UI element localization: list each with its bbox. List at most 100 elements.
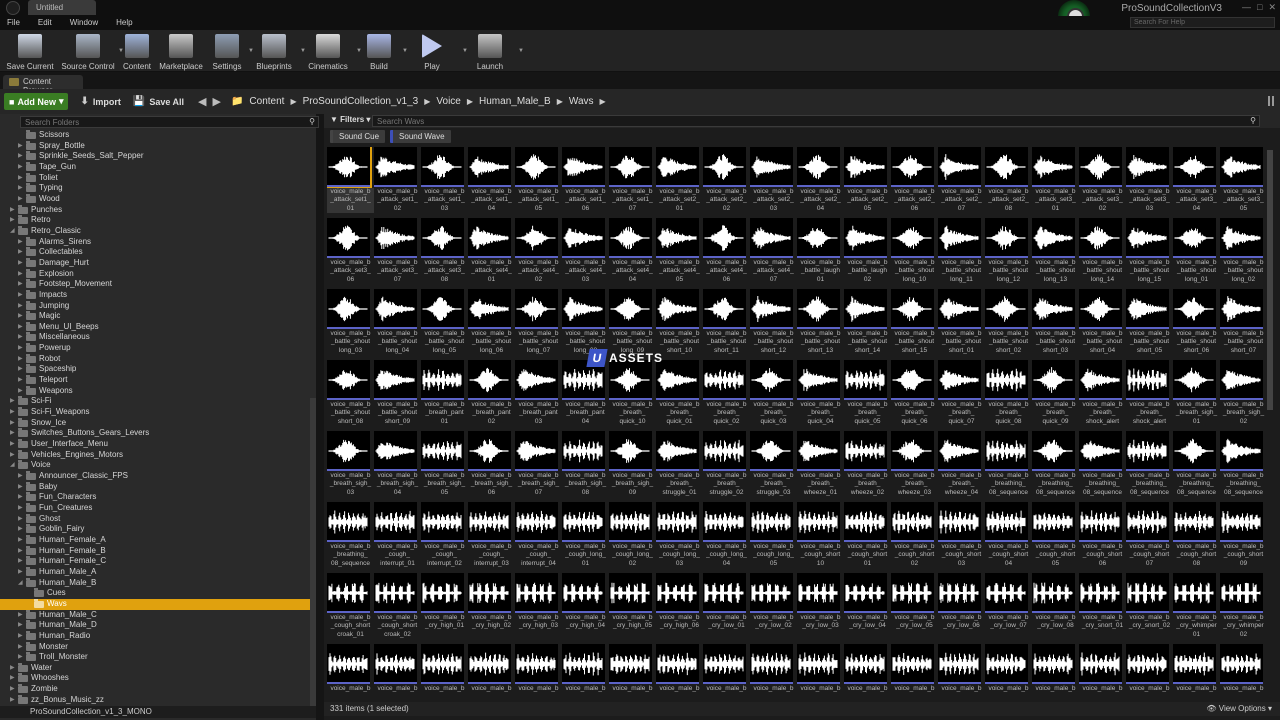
folder-item[interactable]: ▶ Baby <box>0 481 316 493</box>
content-button[interactable]: Content <box>118 30 156 72</box>
asset-tile[interactable]: voice_male_b _battle_shout long_01 <box>1173 218 1217 284</box>
view-options-button[interactable]: 👁 View Options ▾ <box>1206 704 1272 713</box>
maximize-icon[interactable]: □ <box>1257 2 1262 13</box>
folder-item[interactable]: ▶ Troll_Monster <box>0 652 316 663</box>
add-new-button[interactable]: ■ Add New ▾ <box>4 93 69 110</box>
asset-tile[interactable]: voice_male_b _breath_sigh_ 02 <box>1220 360 1264 426</box>
folder-item[interactable]: ▶ Collectables <box>0 247 316 258</box>
close-icon[interactable]: ✕ <box>1268 2 1276 13</box>
expand-arrow-icon[interactable]: ▶ <box>18 237 23 248</box>
expand-arrow-icon[interactable]: ▶ <box>18 354 23 365</box>
asset-tile[interactable]: voice_male_b _breathing_ 08_sequence <box>1126 431 1170 497</box>
folder-item[interactable]: ▶ Human_Female_A <box>0 534 316 546</box>
asset-tile[interactable]: voice_male_b _battle_shout short_02 <box>985 289 1029 355</box>
asset-tile[interactable]: voice_male_b _attack_set2_ 01 <box>656 147 700 213</box>
expand-arrow-icon[interactable]: ▶ <box>18 620 23 631</box>
folder-item[interactable]: Scissors <box>0 130 316 141</box>
expand-arrow-icon[interactable]: ▶ <box>18 556 23 567</box>
project-root[interactable]: ProSoundCollection_v1_3_MONO <box>0 706 316 718</box>
folder-item[interactable]: ▶ Sci-Fi_Weapons <box>0 407 316 418</box>
asset-tile[interactable]: voice_male_b _attack_set1_ 01 <box>327 147 374 213</box>
folder-item[interactable]: ▶ Fun_Creatures <box>0 502 316 514</box>
asset-tile[interactable]: voice_male_b _cry_low_08 <box>1032 573 1076 639</box>
folder-item[interactable]: ▶ Human_Male_D <box>0 620 316 631</box>
expand-arrow-icon[interactable]: ▶ <box>18 652 23 663</box>
level-tab[interactable]: Untitled <box>6 0 96 15</box>
asset-tile[interactable]: voice_male_b _battle_shout long_13 <box>1032 218 1076 284</box>
asset-tile[interactable]: voice_male_b <box>1126 644 1170 705</box>
asset-tile[interactable]: voice_male_b _battle_shout short_12 <box>750 289 794 355</box>
asset-tile[interactable]: voice_male_b _breath_pant 03 <box>515 360 559 426</box>
expand-arrow-icon[interactable]: ▶ <box>18 524 23 535</box>
asset-tile[interactable]: voice_male_b <box>985 644 1029 705</box>
folder-item[interactable]: ▶ Spray_Bottle <box>0 140 316 152</box>
asset-tile[interactable]: voice_male_b _cry_low_03 <box>797 573 841 639</box>
expand-arrow-icon[interactable]: ▶ <box>10 439 15 450</box>
asset-tile[interactable]: voice_male_b _cry_high_03 <box>515 573 559 639</box>
asset-tile[interactable]: voice_male_b <box>1173 644 1217 705</box>
chip-sound-cue[interactable]: Sound Cue <box>330 130 386 143</box>
asset-tile[interactable]: voice_male_b _battle_shout long_12 <box>985 218 1029 284</box>
asset-tile[interactable]: voice_male_b _breath_ struggle_02 <box>703 431 747 497</box>
asset-tile[interactable]: voice_male_b _attack_set3_ 08 <box>421 218 465 284</box>
folder-item[interactable]: ◢ Human_Male_B <box>0 577 316 589</box>
asset-tile[interactable]: voice_male_b _attack_set1_ 05 <box>515 147 559 213</box>
asset-tile[interactable]: voice_male_b <box>891 644 935 705</box>
help-search-input[interactable]: Search For Help <box>1130 17 1275 28</box>
import-button[interactable]: ⬇ Import <box>80 96 120 107</box>
asset-tile[interactable]: voice_male_b _battle_shout long_07 <box>515 289 559 355</box>
folder-item[interactable]: ▶ zz_Bonus_Music_zz <box>0 694 316 706</box>
expand-arrow-icon[interactable]: ▶ <box>18 322 23 333</box>
lock-icon[interactable] <box>1268 96 1274 106</box>
expand-arrow-icon[interactable]: ▶ <box>18 535 23 546</box>
asset-tile[interactable]: voice_male_b _battle_shout long_11 <box>938 218 982 284</box>
asset-tile[interactable]: voice_male_b _cough_long_ 03 <box>656 502 700 568</box>
asset-tile[interactable]: voice_male_b _attack_set2_ 04 <box>797 147 841 213</box>
asset-tile[interactable]: voice_male_b _breath_ quick_08 <box>985 360 1029 426</box>
source-control-button[interactable]: Source Control ▼ <box>58 30 124 72</box>
asset-tile[interactable]: voice_male_b _battle_shout long_03 <box>327 289 371 355</box>
expand-arrow-icon[interactable]: ▶ <box>18 194 23 205</box>
asset-tile[interactable]: voice_male_b _cough_ interrupt_04 <box>515 502 559 568</box>
asset-tile[interactable]: voice_male_b <box>374 644 418 705</box>
asset-tile[interactable]: voice_male_b _cry_low_04 <box>844 573 888 639</box>
asset-tile[interactable]: voice_male_b _attack_set4_ 03 <box>562 218 606 284</box>
save-all-button[interactable]: 💾 Save All <box>133 96 184 107</box>
folder-item[interactable]: ▶ Announcer_Classic_FPS <box>0 471 316 482</box>
folder-item[interactable]: Wavs <box>0 598 316 610</box>
folder-item[interactable]: ▶ User_Interface_Menu <box>0 439 316 450</box>
asset-tile[interactable]: voice_male_b _attack_set4_ 05 <box>656 218 700 284</box>
asset-scrollbar[interactable] <box>1267 150 1273 410</box>
folder-item[interactable]: ▶ Sci-Fi <box>0 396 316 407</box>
asset-tile[interactable]: voice_male_b <box>703 644 747 705</box>
back-arrow-icon[interactable]: ◀ <box>198 95 206 108</box>
expand-arrow-icon[interactable]: ▶ <box>10 663 15 674</box>
asset-tile[interactable]: voice_male_b _battle_shout short_15 <box>891 289 935 355</box>
expand-arrow-icon[interactable]: ▶ <box>10 684 15 695</box>
folder-item[interactable]: ◢ Voice <box>0 460 316 471</box>
asset-tile[interactable]: voice_male_b <box>421 644 465 705</box>
folder-item[interactable]: ▶ Alarms_Sirens <box>0 236 316 248</box>
asset-tile[interactable]: voice_male_b _attack_set3_ 07 <box>374 218 418 284</box>
asset-tile[interactable]: voice_male_b _battle_shout long_05 <box>421 289 465 355</box>
asset-tile[interactable]: voice_male_b _attack_set3_ 05 <box>1220 147 1264 213</box>
asset-tile[interactable]: voice_male_b _attack_set1_ 07 <box>609 147 653 213</box>
save-button[interactable]: Save Current <box>2 30 58 72</box>
asset-tile[interactable]: voice_male_b _cry_high_01 <box>421 573 465 639</box>
breadcrumb-item[interactable]: Human_Male_B <box>479 96 551 107</box>
asset-tile[interactable]: voice_male_b <box>844 644 888 705</box>
menu-file[interactable]: File <box>7 16 20 30</box>
folder-item[interactable]: ▶ Weapons <box>0 385 316 397</box>
asset-tile[interactable]: voice_male_b _breath_ shock_alert <box>1126 360 1170 426</box>
asset-tile[interactable]: voice_male_b _battle_shout long_14 <box>1079 218 1123 284</box>
asset-tile[interactable]: voice_male_b _breathing_ 08_sequence <box>1173 431 1217 497</box>
asset-tile[interactable]: voice_male_b _breath_ quick_05 <box>844 360 888 426</box>
folder-item[interactable]: ▶ Explosion <box>0 268 316 280</box>
asset-tile[interactable]: voice_male_b _attack_set2_ 05 <box>844 147 888 213</box>
asset-tile[interactable]: voice_male_b _breath_ quick_06 <box>891 360 935 426</box>
launch-button[interactable]: Launch ▼ <box>462 30 524 72</box>
folder-item[interactable]: ▶ Robot <box>0 353 316 365</box>
asset-tile[interactable]: voice_male_b _battle_shout short_03 <box>1032 289 1076 355</box>
search-assets-input[interactable]: Search Wavs ⚲ <box>372 115 1260 127</box>
asset-tile[interactable]: voice_male_b _cry_high_05 <box>609 573 653 639</box>
